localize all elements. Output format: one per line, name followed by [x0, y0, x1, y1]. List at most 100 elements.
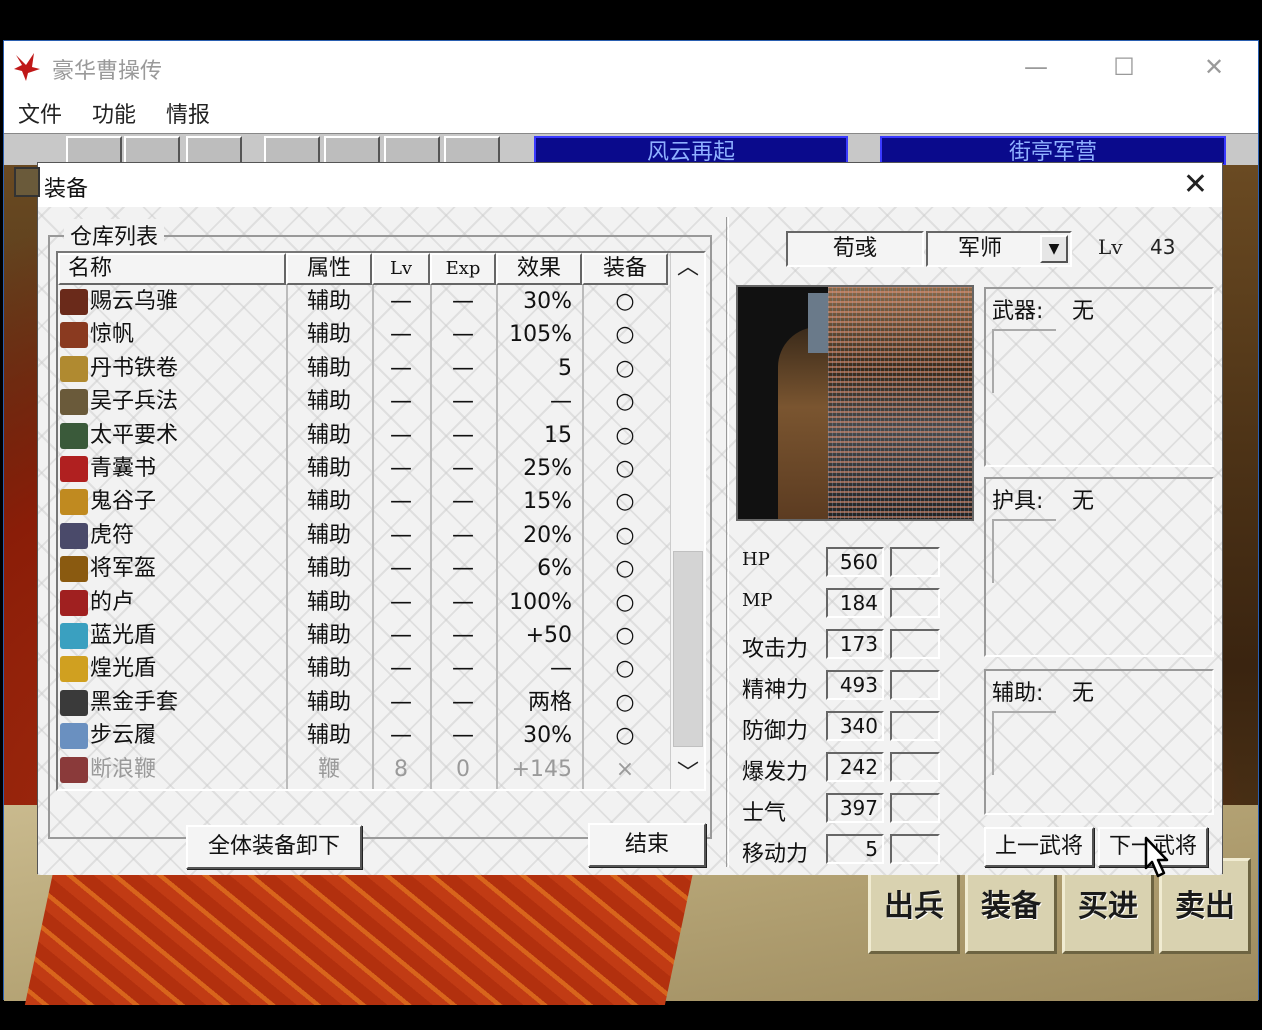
item-effect: 6%	[537, 556, 572, 582]
item-name-cell: 丹书铁卷	[58, 352, 286, 385]
dialog-body: 仓库列表 名称 属性 Lv Exp 效果 装备 赐云乌骓 辅助 — —30% ○ 惊帆 辅助…	[38, 207, 1222, 875]
item-name-cell: 步云履	[58, 719, 286, 752]
item-name: 将军盔	[90, 556, 157, 582]
item-name: 惊帆	[90, 322, 135, 348]
col-effect[interactable]: 效果	[496, 253, 582, 285]
class-select[interactable]: 军师 ▼	[926, 231, 1072, 267]
portrait-texture	[828, 287, 972, 519]
weapon-slot[interactable]: 武器: 无	[984, 287, 1214, 467]
stat-label: MP	[742, 590, 773, 611]
item-row[interactable]: 太平要术 辅助 — — 15 ○	[58, 419, 668, 452]
dialog-title: 装备	[44, 177, 89, 202]
item-name: 虎符	[90, 522, 135, 548]
close-icon[interactable]: ✕	[1183, 167, 1208, 202]
col-exp[interactable]: Exp	[430, 253, 496, 285]
item-row[interactable]: 步云履 辅助 — — 30% ○	[58, 719, 668, 752]
item-attr: 辅助	[306, 556, 351, 582]
item-equip: ○	[615, 355, 635, 381]
item-row[interactable]: 蓝光盾 辅助 — — +50 ○	[58, 619, 668, 652]
armor-slot-icon-area	[992, 519, 1056, 583]
toolbar-button[interactable]	[384, 136, 440, 164]
unequip-all-button[interactable]: 全体装备卸下	[186, 825, 362, 869]
minimize-button[interactable]: —	[1018, 49, 1054, 85]
item-row[interactable]: 惊帆 辅助 — — 105% ○	[58, 318, 668, 351]
scroll-thumb[interactable]	[673, 551, 703, 747]
armor-slot[interactable]: 护具: 无	[984, 477, 1214, 657]
item-row[interactable]: 吴子兵法 辅助 — — — ○	[58, 385, 668, 418]
stat-label: 防御力	[742, 719, 809, 744]
item-equip: ○	[615, 456, 635, 481]
stat-bonus-box	[890, 711, 940, 741]
item-effect: 15	[544, 422, 572, 448]
item-lv: —	[390, 522, 412, 548]
item-attr: 辅助	[306, 456, 351, 481]
item-attr: 鞭	[317, 756, 340, 782]
item-rows: 赐云乌骓 辅助 — —30% ○ 惊帆 辅助 — —105% ○ 丹书铁卷 辅助 — —5 ○ 吴子兵法 辅助 —…	[58, 285, 668, 789]
item-effect: 20%	[523, 522, 572, 548]
stat-bonus-box	[890, 588, 940, 618]
toolbar-button[interactable]	[264, 136, 320, 164]
item-row[interactable]: 的卢 辅助 — — 100% ○	[58, 586, 668, 619]
chevron-down-icon[interactable]: ▼	[1040, 235, 1068, 263]
item-name-cell: 断浪鞭	[58, 753, 286, 786]
list-scrollbar[interactable]: ︿ ﹀	[670, 253, 704, 789]
item-equip: ○	[615, 389, 635, 415]
item-lv: —	[390, 289, 412, 314]
toolbar-button[interactable]	[444, 136, 500, 164]
item-name: 丹书铁卷	[90, 355, 179, 381]
stat-label: 移动力	[742, 842, 809, 867]
col-lv[interactable]: Lv	[372, 253, 430, 285]
armor-slot-label: 护具:	[992, 489, 1044, 514]
end-button[interactable]: 结束	[588, 823, 706, 867]
item-attr: 辅助	[306, 623, 351, 648]
stat-bonus-box	[890, 793, 940, 823]
item-effect: —	[550, 389, 572, 415]
item-row[interactable]: 虎符 辅助 — — 20% ○	[58, 519, 668, 552]
armor-slot-value: 无	[1072, 489, 1095, 514]
item-name: 太平要术	[90, 422, 179, 448]
item-equip: ○	[615, 656, 635, 682]
item-effect: 30%	[523, 289, 572, 314]
stat-label: HP	[742, 549, 770, 570]
item-name-cell: 黑金手套	[58, 686, 286, 719]
close-window-button[interactable]: ✕	[1196, 49, 1232, 85]
menu-info[interactable]: 情报	[166, 97, 210, 129]
stat-value: 560	[826, 547, 884, 577]
accessory-slot[interactable]: 辅助: 无	[984, 669, 1214, 815]
toolbar-button[interactable]	[66, 136, 122, 164]
item-row[interactable]: 煌光盾 辅助 — — — ○	[58, 652, 668, 685]
item-name-cell: 虎符	[58, 519, 286, 552]
col-equip[interactable]: 装备	[582, 253, 668, 285]
item-exp: —	[452, 456, 474, 481]
item-exp: —	[452, 623, 474, 648]
item-name: 赐云乌骓	[90, 289, 179, 314]
weapon-slot-label: 武器:	[992, 299, 1044, 324]
weapon-slot-value: 无	[1072, 299, 1095, 324]
scroll-up-icon[interactable]: ︿	[671, 253, 705, 283]
menu-file[interactable]: 文件	[18, 97, 62, 129]
item-row[interactable]: 鬼谷子 辅助 — — 15% ○	[58, 485, 668, 518]
officer-portrait	[736, 285, 974, 521]
menubar: 文件 功能 情报	[4, 93, 1258, 131]
col-name[interactable]: 名称	[58, 253, 286, 285]
item-equip: ○	[615, 522, 635, 548]
item-row[interactable]: 将军盔 辅助 — — 6% ○	[58, 552, 668, 585]
item-row[interactable]: 黑金手套 辅助 — — 两格 ○	[58, 686, 668, 719]
toolbar-button[interactable]	[324, 136, 380, 164]
toolbar-button[interactable]	[186, 136, 242, 164]
item-icon	[60, 389, 88, 416]
officer-name: 荀彧	[786, 231, 924, 267]
item-row[interactable]: 青囊书 辅助 — — 25% ○	[58, 452, 668, 485]
col-attr[interactable]: 属性	[286, 253, 372, 285]
menu-function[interactable]: 功能	[92, 97, 136, 129]
item-row[interactable]: 赐云乌骓 辅助 — — 30% ○	[58, 285, 668, 318]
toolbar-button[interactable]	[124, 136, 180, 164]
prev-officer-button[interactable]: 上一武将	[984, 827, 1094, 867]
item-lv: —	[390, 556, 412, 582]
dialog-titlebar: 装备 ✕	[14, 163, 1222, 207]
item-icon	[60, 289, 88, 315]
scroll-down-icon[interactable]: ﹀	[671, 759, 705, 789]
item-row[interactable]: 丹书铁卷 辅助 — — 5 ○	[58, 352, 668, 385]
maximize-button[interactable]: ☐	[1106, 49, 1142, 85]
item-row[interactable]: 断浪鞭 鞭 8 0 +145 ×	[58, 753, 668, 786]
